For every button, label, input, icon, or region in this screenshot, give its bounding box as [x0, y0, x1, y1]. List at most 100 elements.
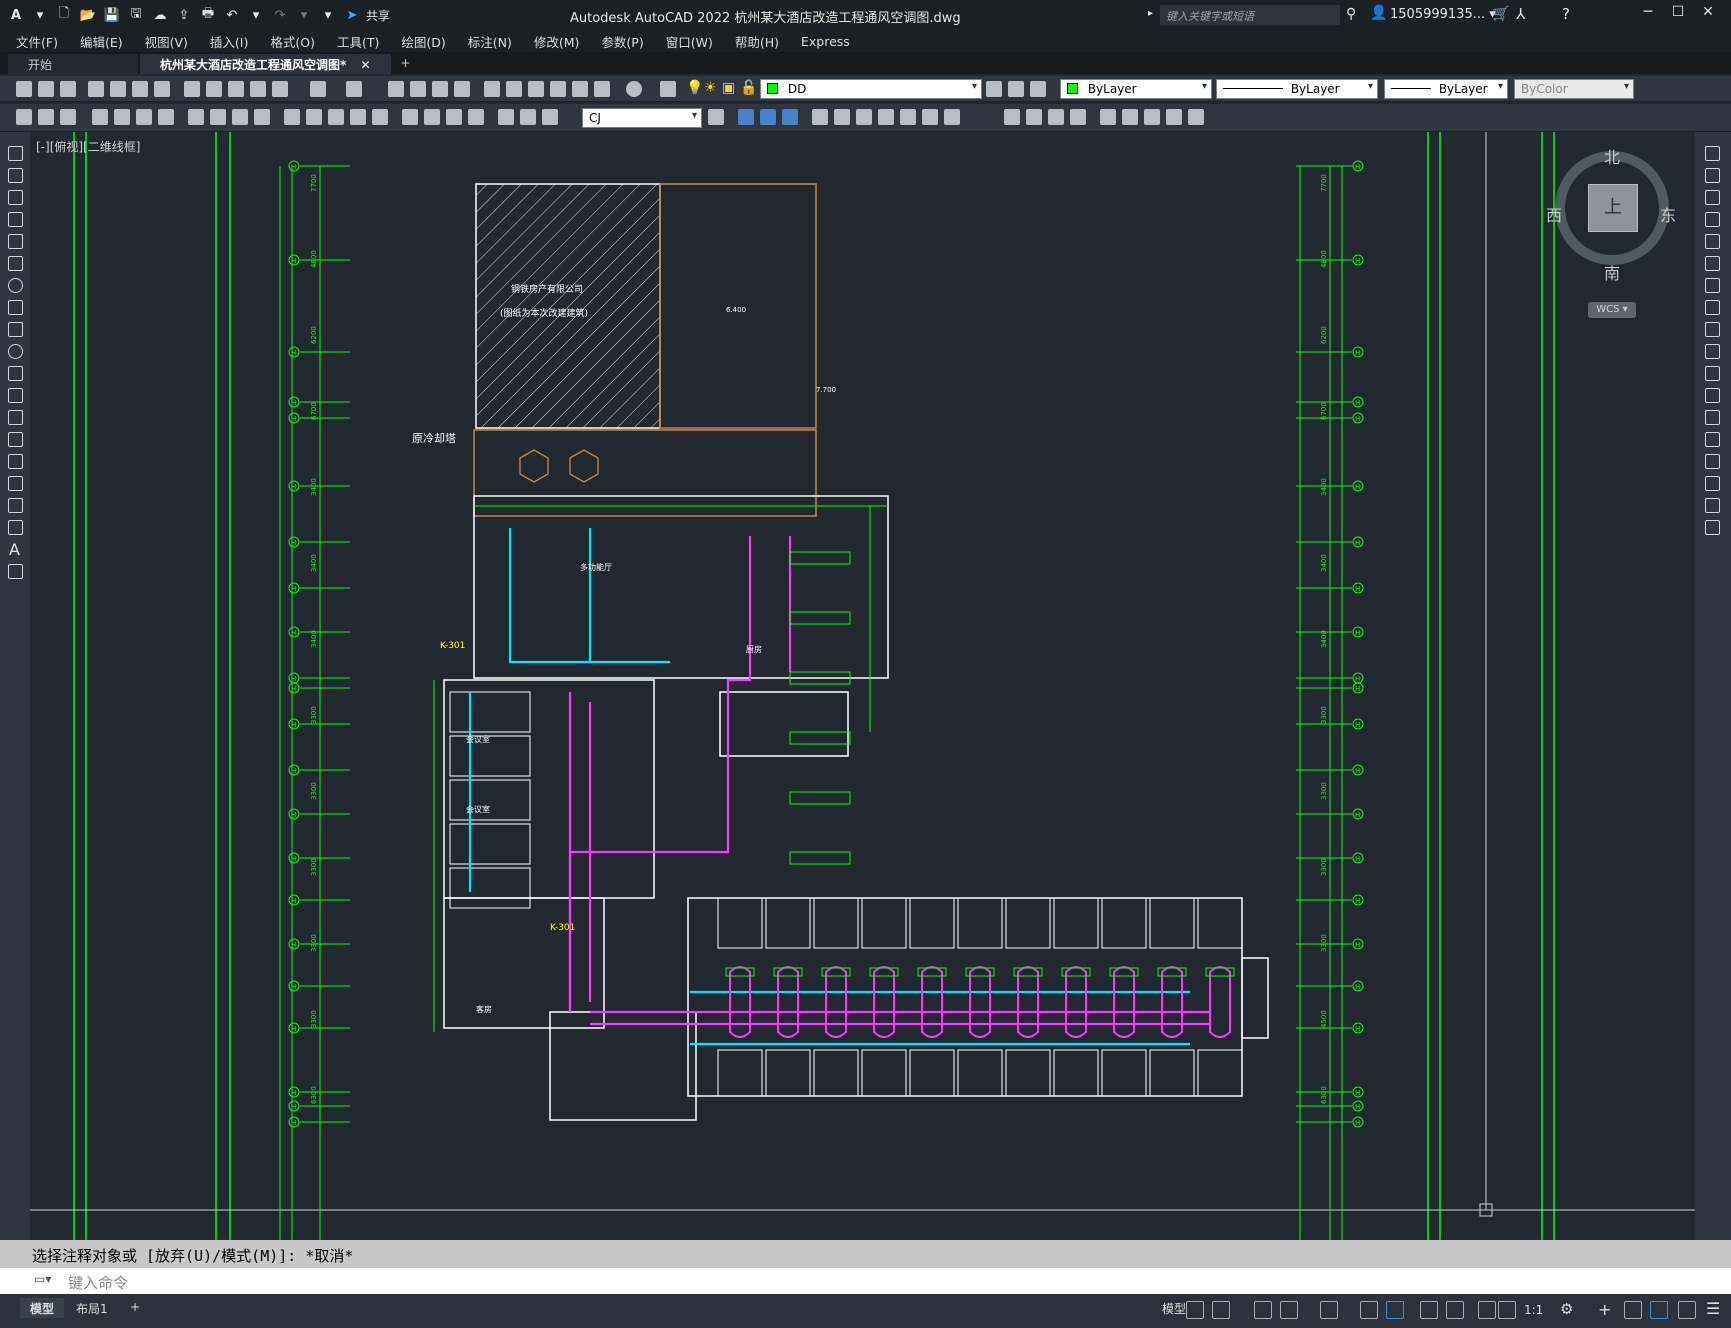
- open-file-icon[interactable]: 📂: [78, 5, 98, 25]
- tool-matchprop-icon[interactable]: [250, 81, 266, 97]
- tool-3dprint-icon[interactable]: [154, 81, 170, 97]
- menu-tools[interactable]: 工具(T): [337, 32, 379, 51]
- command-input[interactable]: 键入命令: [0, 1268, 1731, 1294]
- table-icon[interactable]: [8, 520, 23, 535]
- make-block-icon[interactable]: [8, 410, 23, 425]
- dim-textedit-icon[interactable]: [520, 109, 536, 125]
- tool-d7-icon[interactable]: [1144, 109, 1160, 125]
- new-tab-button[interactable]: +: [393, 54, 419, 74]
- viewport-controls[interactable]: [-][俯视][二维线框]: [36, 138, 140, 155]
- tool-preview-icon[interactable]: [110, 81, 126, 97]
- lineweight-icon[interactable]: [1420, 1301, 1438, 1319]
- compass-north[interactable]: 北: [1604, 144, 1620, 168]
- polar-icon[interactable]: [1280, 1301, 1298, 1319]
- tool-d3-icon[interactable]: [1048, 109, 1064, 125]
- tab-close-icon[interactable]: ✕: [360, 58, 370, 72]
- polygon-icon[interactable]: [8, 212, 23, 227]
- tool-redo-icon[interactable]: [346, 81, 362, 97]
- array-icon[interactable]: [1705, 234, 1720, 249]
- object-snap-tracking-icon[interactable]: [1360, 1301, 1378, 1319]
- autoscale-icon[interactable]: [1478, 1301, 1496, 1319]
- tool-c7-icon[interactable]: [944, 109, 960, 125]
- menu-edit[interactable]: 编辑(E): [80, 32, 123, 51]
- layer-state-icon[interactable]: [1030, 81, 1046, 97]
- help-icon[interactable]: ?: [1562, 5, 1570, 23]
- add-layout-button[interactable]: +: [120, 1298, 150, 1318]
- dim-space-icon[interactable]: [350, 109, 366, 125]
- dim-diameter-icon[interactable]: [232, 109, 248, 125]
- dim-tolerance-icon[interactable]: [402, 109, 418, 125]
- menu-dimension[interactable]: 标注(N): [468, 32, 512, 51]
- menu-file[interactable]: 文件(F): [16, 32, 58, 51]
- tool-help-icon[interactable]: [626, 81, 642, 97]
- search-input[interactable]: 键入关键字或短语: [1160, 5, 1340, 25]
- menu-parametric[interactable]: 参数(P): [601, 32, 643, 51]
- dimstyle-dropdown[interactable]: CJ ▾: [582, 108, 702, 128]
- tool-sheetset-icon[interactable]: [550, 81, 566, 97]
- dim-center-icon[interactable]: [424, 109, 440, 125]
- tool-paste-icon[interactable]: [228, 81, 244, 97]
- undo-icon[interactable]: ↶: [222, 5, 242, 25]
- tool-d1-icon[interactable]: [1004, 109, 1020, 125]
- wcs-menu[interactable]: WCS ▾: [1588, 302, 1636, 318]
- dim-radius-icon[interactable]: [188, 109, 204, 125]
- tool-publish-icon[interactable]: [132, 81, 148, 97]
- object-snap-icon[interactable]: [1386, 1301, 1404, 1319]
- tool-new-icon[interactable]: [16, 81, 32, 97]
- ortho-icon[interactable]: [1254, 1301, 1272, 1319]
- tool-c4-icon[interactable]: [878, 109, 894, 125]
- linetype-dropdown[interactable]: ByLayer ▾: [1216, 79, 1378, 99]
- dim-aligned-icon[interactable]: [114, 109, 130, 125]
- customize-qa-icon[interactable]: ▾: [318, 5, 338, 25]
- tool-b1-icon[interactable]: [738, 109, 754, 125]
- layer-previous-icon[interactable]: [1008, 81, 1024, 97]
- menu-window[interactable]: 窗口(W): [666, 32, 713, 51]
- dim-inspect-icon[interactable]: [446, 109, 462, 125]
- menu-express[interactable]: Express: [801, 34, 850, 49]
- tool-properties-icon[interactable]: [484, 81, 500, 97]
- copy-icon[interactable]: [1705, 168, 1720, 183]
- layout-tab-model[interactable]: 模型: [20, 1298, 65, 1318]
- tool-cut-icon[interactable]: [184, 81, 200, 97]
- viewcube-top-face[interactable]: 上: [1588, 184, 1638, 232]
- gradient-icon[interactable]: [8, 476, 23, 491]
- units-icon[interactable]: [1624, 1301, 1642, 1319]
- hatch-icon[interactable]: [8, 454, 23, 469]
- tool-markup-icon[interactable]: [572, 81, 588, 97]
- layer-lock-icon[interactable]: 🔓: [740, 80, 757, 96]
- save-icon[interactable]: 💾: [102, 5, 122, 25]
- tool-b2-icon[interactable]: [760, 109, 776, 125]
- restore-button[interactable]: ☐: [1663, 4, 1693, 20]
- scale-icon[interactable]: [1705, 300, 1720, 315]
- tool-a3-icon[interactable]: [60, 109, 76, 125]
- user-icon[interactable]: 👤: [1370, 5, 1387, 21]
- ellipse-icon[interactable]: [8, 344, 23, 359]
- layer-freeze-icon[interactable]: ☀: [704, 80, 717, 96]
- tool-calculator-icon[interactable]: [594, 81, 610, 97]
- region-icon[interactable]: [8, 498, 23, 513]
- tool-copy-icon[interactable]: [206, 81, 222, 97]
- tool-d5-icon[interactable]: [1100, 109, 1116, 125]
- dim-arc-icon[interactable]: [136, 109, 152, 125]
- offset-icon[interactable]: [1705, 212, 1720, 227]
- dim-baseline-icon[interactable]: [306, 109, 322, 125]
- point-icon[interactable]: [8, 432, 23, 447]
- redo-icon[interactable]: ↷: [270, 5, 290, 25]
- tool-c1-icon[interactable]: [812, 109, 828, 125]
- circle-icon[interactable]: [8, 278, 23, 293]
- tool-zoom-previous-icon[interactable]: [454, 81, 470, 97]
- fillet-icon[interactable]: [1705, 476, 1720, 491]
- mirror-icon[interactable]: [1705, 190, 1720, 205]
- menu-format[interactable]: 格式(O): [270, 32, 315, 51]
- tool-d4-icon[interactable]: [1070, 109, 1086, 125]
- share-icon[interactable]: ➤: [342, 5, 362, 25]
- layer-properties-icon[interactable]: [660, 81, 676, 97]
- color-dropdown[interactable]: ByLayer ▾: [1060, 79, 1212, 99]
- add-selected-icon[interactable]: [8, 564, 23, 579]
- workspace-gear-icon[interactable]: ⚙: [1560, 1300, 1573, 1318]
- dim-jogline-icon[interactable]: [468, 109, 484, 125]
- customization-menu-icon[interactable]: ☰: [1706, 1299, 1720, 1318]
- dim-edit-icon[interactable]: [498, 109, 514, 125]
- chamfer-icon[interactable]: [1705, 454, 1720, 469]
- tool-blockeditor-icon[interactable]: [272, 81, 288, 97]
